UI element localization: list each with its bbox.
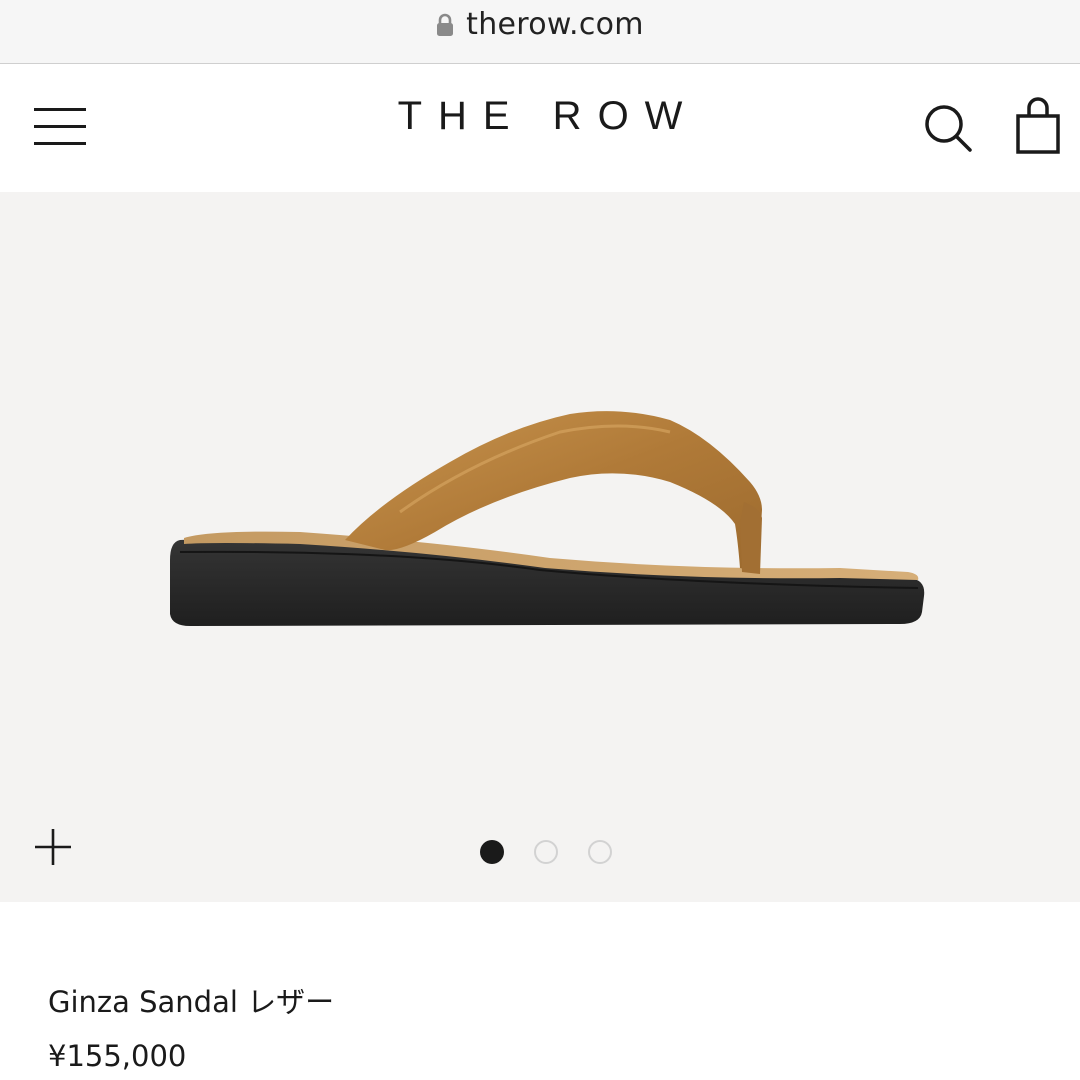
carousel-dot-1[interactable]	[480, 840, 504, 864]
search-icon[interactable]	[920, 100, 976, 156]
product-price: ¥155,000	[48, 1039, 187, 1073]
brand-logo[interactable]: THE ROW	[0, 94, 1080, 139]
sandal-product-image[interactable]	[150, 392, 940, 652]
address-bar-content: therow.com	[436, 7, 644, 42]
site-header: THE ROW	[0, 64, 1080, 192]
product-info: Ginza Sandal レザー ¥155,000	[48, 980, 334, 1078]
product-name: Ginza Sandal レザー	[48, 985, 335, 1019]
lock-icon	[436, 13, 454, 37]
url-text[interactable]: therow.com	[466, 7, 644, 42]
browser-address-bar[interactable]: therow.com	[0, 0, 1080, 64]
product-gallery[interactable]	[0, 192, 1080, 902]
plus-icon[interactable]	[34, 828, 72, 866]
shopping-bag-icon[interactable]	[1012, 96, 1064, 156]
carousel-pagination	[480, 840, 612, 864]
carousel-dot-3[interactable]	[588, 840, 612, 864]
carousel-dot-2[interactable]	[534, 840, 558, 864]
